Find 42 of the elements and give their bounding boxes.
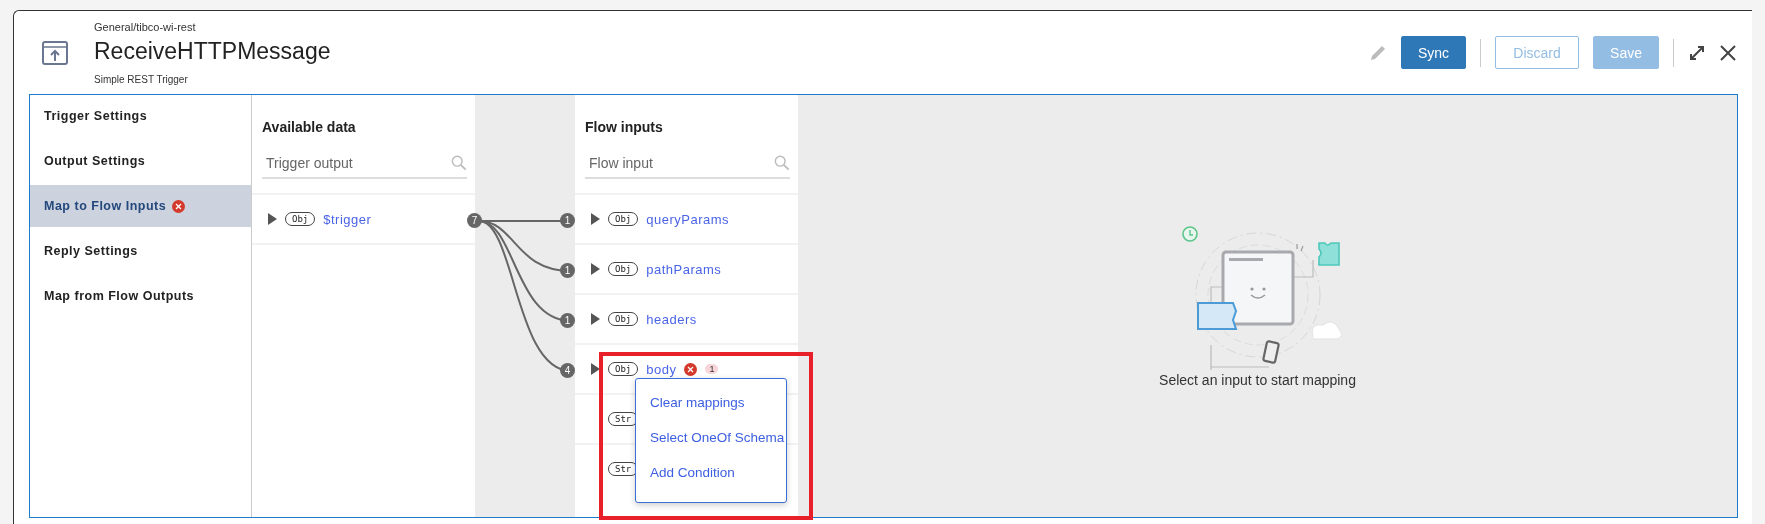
field-name[interactable]: $trigger — [323, 211, 372, 227]
issue-count: 1 — [705, 364, 719, 374]
field-name[interactable]: pathParams — [646, 261, 722, 277]
sidebar-item-label: Map from Flow Outputs — [44, 289, 195, 303]
expand-caret-icon[interactable] — [591, 213, 600, 225]
search-field[interactable]: Flow input — [585, 155, 774, 171]
sidebar-item-label: Trigger Settings — [44, 109, 148, 123]
action-button[interactable]: Sync — [1400, 36, 1467, 69]
sidebar-item[interactable]: Output Settings — [30, 140, 251, 182]
field-name[interactable]: headers — [646, 311, 697, 327]
sidebar-item[interactable]: Map to Flow Inputs — [30, 185, 251, 227]
empty-state-message: Select an input to start mapping — [1159, 371, 1356, 388]
mapping-count: 1 — [560, 263, 575, 278]
subtitle: Simple REST Trigger — [94, 73, 189, 85]
search-field[interactable]: Trigger output — [262, 155, 451, 171]
menu-item[interactable]: Clear mappings — [636, 385, 786, 420]
page-title: ReceiveHTTPMessage — [94, 37, 332, 65]
sidebar-item[interactable]: Reply Settings — [30, 230, 251, 272]
menu-item[interactable]: Select OneOf Schema — [636, 420, 786, 455]
expand-caret-icon[interactable] — [268, 213, 277, 225]
close-icon[interactable] — [1720, 44, 1736, 61]
expand-caret-icon[interactable] — [591, 363, 600, 375]
error-icon — [172, 199, 186, 213]
mapping-count: 4 — [560, 363, 575, 378]
menu-item[interactable]: Add Condition — [636, 455, 786, 490]
sidebar-item[interactable]: Map from Flow Outputs — [30, 275, 251, 317]
expand-caret-icon[interactable] — [591, 263, 600, 275]
trigger-icon — [42, 40, 68, 65]
column-heading: Flow inputs — [584, 118, 664, 137]
sidebar-item-label: Reply Settings — [44, 244, 138, 258]
sidebar-item-label: Map to Flow Inputs — [44, 199, 167, 213]
field-name[interactable]: body — [646, 361, 677, 377]
column-heading: Available data — [261, 118, 357, 137]
sidebar-item-label: Output Settings — [44, 154, 146, 168]
error-icon — [684, 362, 698, 376]
breadcrumb: General/tibco-wi-rest — [94, 20, 197, 33]
field-name[interactable]: queryParams — [646, 211, 730, 227]
expand-icon[interactable] — [1688, 43, 1706, 62]
mapping-count: 1 — [560, 313, 575, 328]
mapping-count: 1 — [560, 213, 575, 228]
sidebar-item[interactable]: Trigger Settings — [30, 95, 251, 137]
expand-caret-icon[interactable] — [591, 313, 600, 325]
